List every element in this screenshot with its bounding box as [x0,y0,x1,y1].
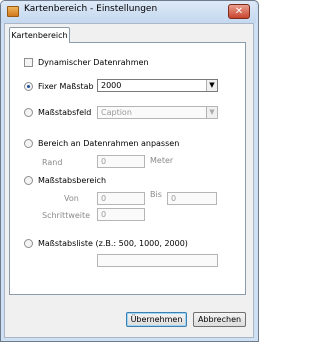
scale-list-input[interactable] [97,254,218,267]
scale-field-dropdown[interactable]: Caption ▼ [97,106,218,119]
scale-range-radio[interactable] [24,176,33,185]
apply-button[interactable]: Übernehmen [126,312,187,327]
from-input[interactable]: 0 [97,192,145,205]
scale-range-label: Maßstabsbereich [38,176,107,185]
dynamic-frame-checkbox[interactable] [24,58,33,67]
chevron-down-icon[interactable]: ▼ [206,80,217,91]
step-input[interactable]: 0 [97,208,145,221]
dynamic-frame-label: Dynamischer Datenrahmen [38,58,149,67]
cancel-button[interactable]: Abbrechen [193,312,246,327]
fixed-scale-label: Fixer Maßstab [38,82,94,91]
to-input[interactable]: 0 [167,192,217,205]
tab-kartenbereich[interactable]: Kartenbereich [9,27,70,43]
rand-label: Rand [42,158,63,167]
rand-input[interactable]: 0 [97,155,145,168]
scale-field-value: Caption [101,108,132,117]
scale-list-radio[interactable] [24,239,33,248]
fit-to-frame-label: Bereich an Datenrahmen anpassen [38,139,180,148]
fixed-scale-dropdown[interactable]: 2000 ▼ [97,79,218,92]
close-button[interactable]: ✕ [228,4,250,19]
to-label: Bis [150,190,162,199]
from-label: Von [64,194,79,203]
chevron-down-icon[interactable]: ▼ [206,107,217,118]
scale-list-label: Maßstabsliste (z.B.: 500, 1000, 2000) [38,239,188,248]
app-icon [7,6,19,17]
fixed-scale-value: 2000 [101,81,122,90]
meter-unit-label: Meter [150,156,174,165]
scale-field-radio[interactable] [24,108,33,117]
window-title: Kartenbereich - Einstellungen [24,4,158,14]
fixed-scale-radio[interactable] [24,82,33,91]
scale-field-label: Maßstabsfeld [38,108,92,117]
step-label: Schrittweite [42,211,91,220]
fit-to-frame-radio[interactable] [24,139,33,148]
